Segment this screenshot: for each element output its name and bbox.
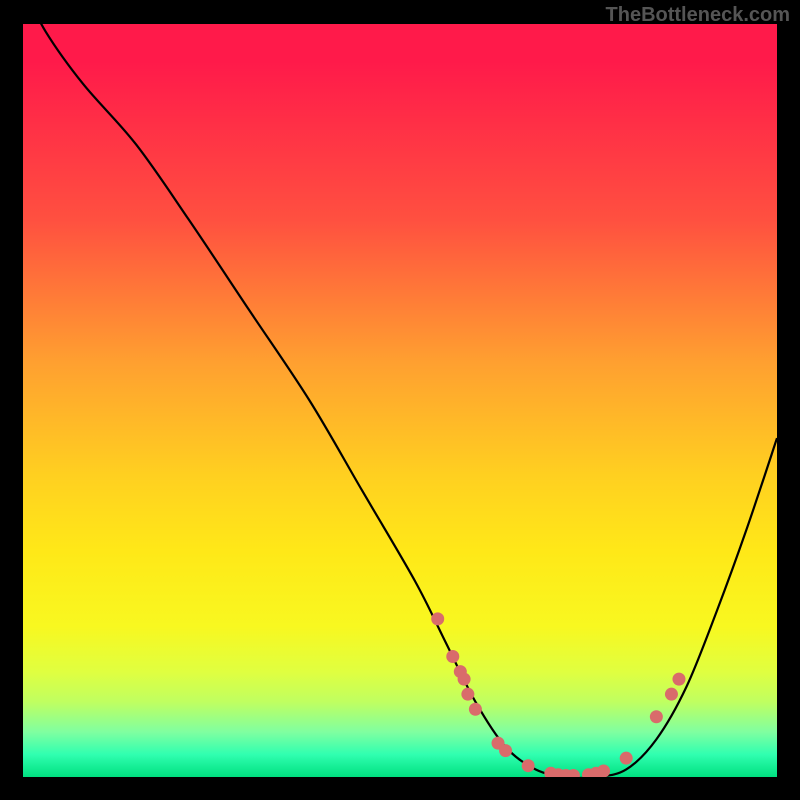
- data-point: [620, 752, 633, 765]
- data-point: [431, 612, 444, 625]
- data-point: [650, 710, 663, 723]
- data-point: [458, 673, 471, 686]
- curve-path: [23, 24, 777, 777]
- data-point: [446, 650, 459, 663]
- data-point: [469, 703, 482, 716]
- data-point: [499, 744, 512, 757]
- data-point: [665, 688, 678, 701]
- bottleneck-curve: [23, 24, 777, 777]
- watermark-text: TheBottleneck.com: [606, 4, 790, 27]
- chart-svg: [23, 24, 777, 777]
- data-point: [597, 764, 610, 777]
- data-point: [672, 673, 685, 686]
- data-point: [522, 759, 535, 772]
- data-point: [461, 688, 474, 701]
- chart-plot-area: [23, 24, 777, 777]
